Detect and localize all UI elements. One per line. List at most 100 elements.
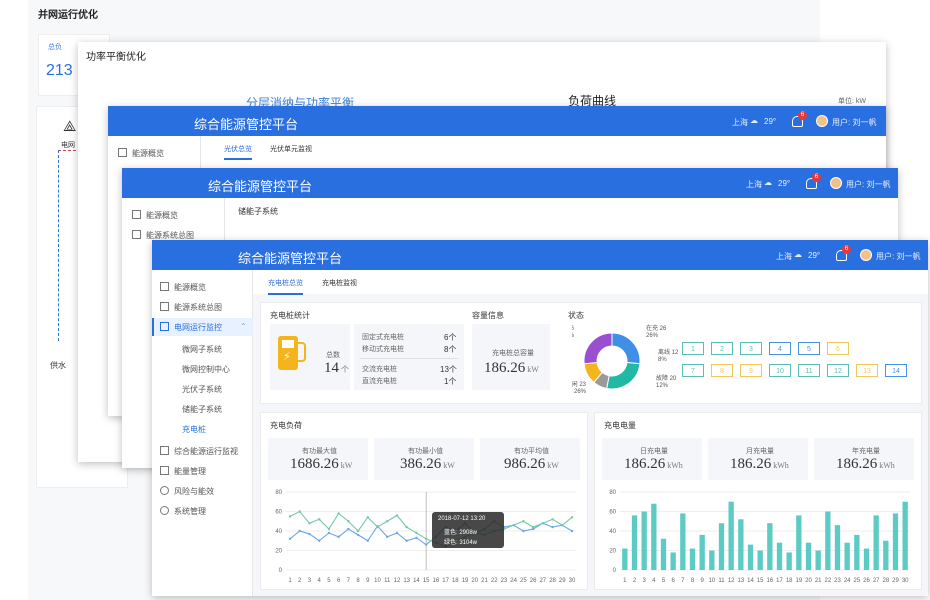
data-point[interactable] bbox=[405, 539, 408, 542]
sidebar-item-system-map[interactable]: 能源系统总图 bbox=[160, 302, 222, 313]
sidebar-sub-pv[interactable]: 光伏子系统 bbox=[182, 384, 222, 395]
data-point[interactable] bbox=[298, 510, 301, 513]
data-point[interactable] bbox=[366, 516, 369, 519]
header-user[interactable]: 用户: 刘一帆 bbox=[846, 179, 890, 190]
charger-status-box[interactable]: 14 bbox=[885, 364, 907, 377]
charger-status-box[interactable]: 13 bbox=[856, 364, 878, 377]
sidebar-sub-charging[interactable]: 充电桩 bbox=[182, 424, 206, 435]
bar[interactable] bbox=[786, 552, 792, 570]
charger-status-box[interactable]: 9 bbox=[740, 364, 762, 377]
bar[interactable] bbox=[689, 548, 696, 570]
sidebar-sub-storage[interactable]: 储能子系统 bbox=[182, 404, 222, 415]
bar[interactable] bbox=[651, 503, 657, 570]
charger-status-box[interactable]: 5 bbox=[798, 342, 820, 355]
charger-status-box[interactable]: 12 bbox=[827, 364, 849, 377]
charger-status-box[interactable]: 6 bbox=[827, 342, 849, 355]
tab-charging-monitor[interactable]: 充电桩监视 bbox=[322, 278, 357, 288]
data-point[interactable] bbox=[288, 515, 292, 518]
data-point[interactable] bbox=[424, 537, 428, 540]
charger-status-box[interactable]: 3 bbox=[740, 342, 762, 355]
bar[interactable] bbox=[622, 548, 628, 570]
energy-bar-chart[interactable]: 0204060801 2 3 4 5 6 7 8 9 10 11 12 13 14 15 16 17 18 19 20… bbox=[598, 486, 916, 586]
data-point[interactable] bbox=[376, 525, 379, 529]
bar[interactable] bbox=[873, 515, 879, 570]
data-point[interactable] bbox=[512, 523, 515, 527]
sidebar-item-energy-mgmt[interactable]: 能量管理 bbox=[160, 466, 206, 477]
avatar[interactable] bbox=[830, 177, 842, 189]
charger-status-box[interactable]: 8 bbox=[711, 364, 733, 377]
data-point[interactable] bbox=[395, 514, 399, 517]
bar[interactable] bbox=[902, 501, 908, 570]
charger-status-box[interactable]: 10 bbox=[769, 364, 791, 377]
header-user[interactable]: 用户: 刘一帆 bbox=[876, 251, 920, 262]
sidebar-item-risk[interactable]: 风险与能效 bbox=[160, 486, 214, 497]
header-user[interactable]: 用户: 刘一帆 bbox=[832, 117, 876, 128]
data-point[interactable] bbox=[405, 525, 408, 529]
data-point[interactable] bbox=[424, 543, 428, 546]
charger-status-box[interactable]: 11 bbox=[798, 364, 820, 377]
bar[interactable] bbox=[805, 542, 812, 570]
bar[interactable] bbox=[796, 515, 802, 570]
donut-slice[interactable] bbox=[611, 332, 641, 365]
data-point[interactable] bbox=[386, 520, 389, 523]
data-point[interactable] bbox=[570, 529, 574, 533]
bar[interactable] bbox=[699, 534, 705, 570]
donut-slice[interactable] bbox=[606, 361, 641, 390]
tab-charging-overview[interactable]: 充电桩总览 bbox=[268, 278, 303, 295]
data-point[interactable] bbox=[308, 532, 311, 536]
data-point[interactable] bbox=[356, 529, 360, 533]
avatar[interactable] bbox=[816, 115, 828, 127]
data-point[interactable] bbox=[356, 533, 360, 537]
bar[interactable] bbox=[767, 523, 773, 570]
data-point[interactable] bbox=[327, 531, 331, 535]
data-point[interactable] bbox=[317, 539, 321, 542]
sidebar-item-overview[interactable]: 能源概览 bbox=[118, 148, 164, 159]
sidebar-item-energy-monitor[interactable]: 综合能源运行监视 bbox=[160, 446, 238, 457]
data-point[interactable] bbox=[561, 523, 564, 527]
tab-pv-units[interactable]: 光伏单元监视 bbox=[270, 144, 312, 154]
donut-slice[interactable] bbox=[583, 332, 613, 365]
data-point[interactable] bbox=[386, 535, 389, 539]
sidebar-sub-microgrid[interactable]: 微网子系统 bbox=[182, 344, 222, 355]
sidebar-sub-control-center[interactable]: 微网控制中心 bbox=[182, 364, 230, 375]
data-point[interactable] bbox=[347, 520, 350, 523]
bar[interactable] bbox=[670, 552, 676, 570]
bar[interactable] bbox=[854, 534, 860, 570]
bar[interactable] bbox=[815, 550, 821, 571]
charger-status-box[interactable]: 1 bbox=[682, 342, 704, 355]
data-point[interactable] bbox=[541, 522, 545, 525]
sidebar-item-system[interactable]: 系统管理 bbox=[160, 506, 206, 517]
data-point[interactable] bbox=[551, 518, 554, 521]
data-point[interactable] bbox=[415, 536, 418, 540]
data-point[interactable] bbox=[366, 539, 369, 542]
bar[interactable] bbox=[825, 511, 831, 571]
bar[interactable] bbox=[709, 550, 715, 571]
bar[interactable] bbox=[747, 544, 754, 570]
charger-status-box[interactable]: 7 bbox=[682, 364, 704, 377]
data-point[interactable] bbox=[298, 529, 301, 533]
data-point[interactable] bbox=[415, 531, 418, 535]
data-point[interactable] bbox=[337, 535, 340, 539]
charger-status-box[interactable]: 4 bbox=[769, 342, 791, 355]
data-point[interactable] bbox=[531, 525, 535, 529]
bar[interactable] bbox=[680, 513, 686, 570]
bar[interactable] bbox=[892, 513, 899, 570]
data-point[interactable] bbox=[522, 529, 525, 533]
bar[interactable] bbox=[641, 511, 647, 571]
bar[interactable] bbox=[834, 525, 841, 570]
bar[interactable] bbox=[660, 538, 667, 570]
data-point[interactable] bbox=[308, 522, 311, 525]
data-point[interactable] bbox=[570, 516, 574, 519]
data-point[interactable] bbox=[327, 527, 331, 531]
sidebar-group-grid-monitor[interactable]: 电网运行监控 bbox=[160, 322, 222, 333]
bar[interactable] bbox=[718, 523, 725, 570]
bar[interactable] bbox=[844, 542, 850, 570]
data-point[interactable] bbox=[317, 518, 321, 521]
data-point[interactable] bbox=[395, 531, 399, 535]
data-point[interactable] bbox=[288, 537, 292, 540]
data-point[interactable] bbox=[347, 527, 350, 531]
avatar[interactable] bbox=[860, 249, 872, 261]
data-point[interactable] bbox=[337, 512, 340, 515]
sidebar-item-overview[interactable]: 能源概览 bbox=[160, 282, 206, 293]
data-point[interactable] bbox=[522, 520, 525, 523]
